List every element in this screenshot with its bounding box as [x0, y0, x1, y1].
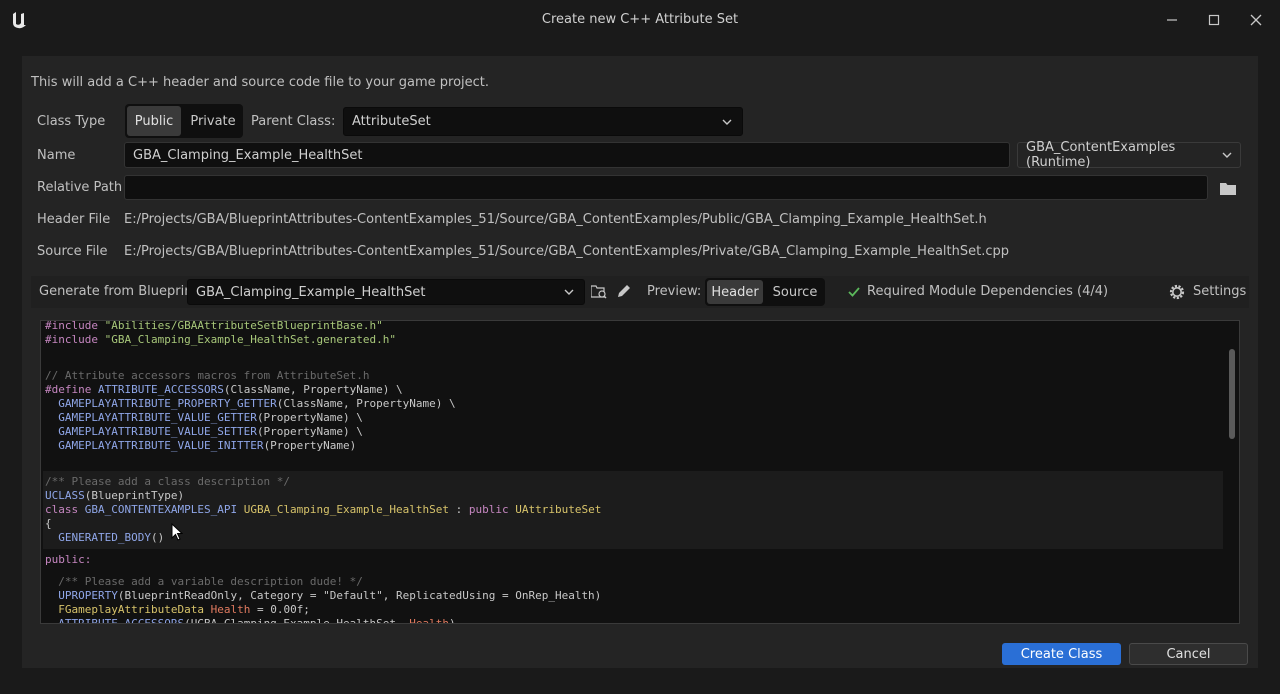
browse-asset-icon[interactable]: [591, 284, 607, 299]
code-line-initter: GAMEPLAYATTRIBUTE_VALUE_INITTER(Property…: [58, 439, 357, 452]
maximize-button[interactable]: [1194, 6, 1234, 34]
code-preview[interactable]: #include "Abilities/GBAAttributeSetBluep…: [40, 320, 1240, 624]
code-line-accessors: ATTRIBUTE_ACCESSORS(UGBA_Clamping_Exampl…: [58, 617, 456, 624]
code-line-comment-3: /** Please add a variable description du…: [45, 575, 363, 588]
relative-path-label: Relative Path: [37, 180, 123, 195]
chevron-down-icon: [1222, 152, 1232, 158]
header-file-label: Header File: [37, 212, 111, 227]
code-line-generated-body: GENERATED_BODY(): [58, 531, 165, 544]
title-bar: Create new C++ Attribute Set: [0, 0, 1280, 40]
code-line-class: class GBA_CONTENTEXAMPLES_API UGBA_Clamp…: [45, 503, 602, 516]
code-line-include-1: #include "Abilities/GBAAttributeSetBluep…: [45, 320, 383, 332]
preview-label: Preview:: [647, 284, 702, 299]
mouse-cursor-icon: [171, 523, 183, 541]
code-line-health: FGameplayAttributeData Health = 0.00f;: [58, 603, 310, 616]
module-value: GBA_ContentExamples (Runtime): [1026, 140, 1176, 170]
chevron-down-icon: [564, 289, 574, 295]
close-button[interactable]: [1236, 6, 1276, 34]
code-line-include-2: #include "GBA_Clamping_Example_HealthSet…: [45, 333, 397, 346]
class-type-toggle: Public Private: [125, 104, 243, 138]
check-icon: [848, 287, 860, 297]
preview-toggle: Header Source: [705, 278, 825, 306]
code-line-getter-1: GAMEPLAYATTRIBUTE_PROPERTY_GETTER(ClassN…: [58, 397, 456, 410]
generate-label: Generate from Blueprint:: [39, 284, 202, 299]
code-scrollbar[interactable]: [1229, 349, 1235, 439]
preview-header-button[interactable]: Header: [707, 280, 763, 304]
code-line-uproperty: UPROPERTY(BlueprintReadOnly, Category = …: [58, 589, 602, 602]
code-line-uclass: UCLASS(BlueprintType): [45, 489, 185, 502]
name-value: GBA_Clamping_Example_HealthSet: [133, 147, 363, 163]
chevron-down-icon: [722, 119, 732, 125]
code-line-getter-2: GAMEPLAYATTRIBUTE_VALUE_GETTER(PropertyN…: [58, 411, 363, 424]
name-input[interactable]: GBA_Clamping_Example_HealthSet: [124, 142, 1010, 168]
parent-class-value: AttributeSet: [352, 114, 431, 129]
parent-class-label: Parent Class:: [251, 114, 336, 129]
code-line-define: #define ATTRIBUTE_ACCESSORS(ClassName, P…: [45, 383, 403, 396]
code-line-setter: GAMEPLAYATTRIBUTE_VALUE_SETTER(PropertyN…: [58, 425, 363, 438]
window-title: Create new C++ Attribute Set: [541, 12, 739, 27]
source-file-label: Source File: [37, 244, 108, 259]
folder-icon[interactable]: [1220, 182, 1236, 195]
create-class-button[interactable]: Create Class: [1002, 643, 1121, 665]
class-type-label: Class Type: [37, 114, 106, 129]
name-label: Name: [37, 148, 76, 163]
code-line-public: public:: [45, 553, 92, 566]
maximize-icon: [1208, 14, 1220, 26]
generate-blueprint-dropdown[interactable]: GBA_Clamping_Example_HealthSet: [187, 279, 585, 305]
edit-pencil-icon[interactable]: [616, 284, 631, 299]
close-icon: [1250, 14, 1262, 26]
cancel-button[interactable]: Cancel: [1129, 643, 1248, 665]
code-line-brace: {: [45, 517, 52, 530]
generate-blueprint-value: GBA_Clamping_Example_HealthSet: [196, 284, 426, 300]
intro-text: This will add a C++ header and source co…: [31, 75, 490, 90]
module-dropdown[interactable]: GBA_ContentExamples (Runtime): [1017, 140, 1241, 170]
class-type-public-button[interactable]: Public: [127, 106, 181, 136]
settings-button[interactable]: Settings: [1193, 284, 1246, 299]
minimize-button[interactable]: [1152, 6, 1192, 34]
source-file-path: E:/Projects/GBA/BlueprintAttributes-Cont…: [124, 244, 1009, 259]
preview-source-button[interactable]: Source: [767, 280, 823, 304]
code-line-comment-1: // Attribute accessors macros from Attri…: [45, 369, 370, 382]
class-type-private-button[interactable]: Private: [185, 106, 241, 136]
code-line-comment-2: /** Please add a class description */: [45, 475, 291, 488]
minimize-icon: [1167, 19, 1177, 21]
module-dependencies-text[interactable]: Required Module Dependencies (4/4): [867, 284, 1108, 299]
parent-class-dropdown[interactable]: AttributeSet: [343, 107, 743, 136]
gear-icon[interactable]: [1167, 282, 1187, 302]
relative-path-input[interactable]: [124, 175, 1208, 200]
header-file-path: E:/Projects/GBA/BlueprintAttributes-Cont…: [124, 212, 987, 227]
